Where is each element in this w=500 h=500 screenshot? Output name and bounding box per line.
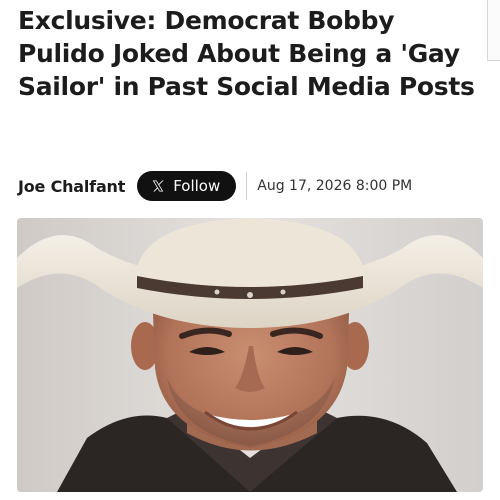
publish-date: Aug 17, 2026 8:00 PM [257, 178, 413, 194]
byline-divider [246, 172, 248, 200]
hero-photo [17, 218, 483, 492]
follow-label: Follow [173, 177, 221, 195]
follow-button[interactable]: Follow [137, 171, 237, 201]
author-name[interactable]: Joe Chalfant [18, 177, 125, 196]
scroll-edge [487, 0, 500, 61]
x-logo-icon [152, 180, 164, 192]
portrait-illustration [17, 218, 483, 492]
article-headline: Exclusive: Democrat Bobby Pulido Joked A… [18, 6, 475, 101]
byline: Joe Chalfant Follow Aug 17, 2026 8:00 PM [18, 170, 488, 202]
